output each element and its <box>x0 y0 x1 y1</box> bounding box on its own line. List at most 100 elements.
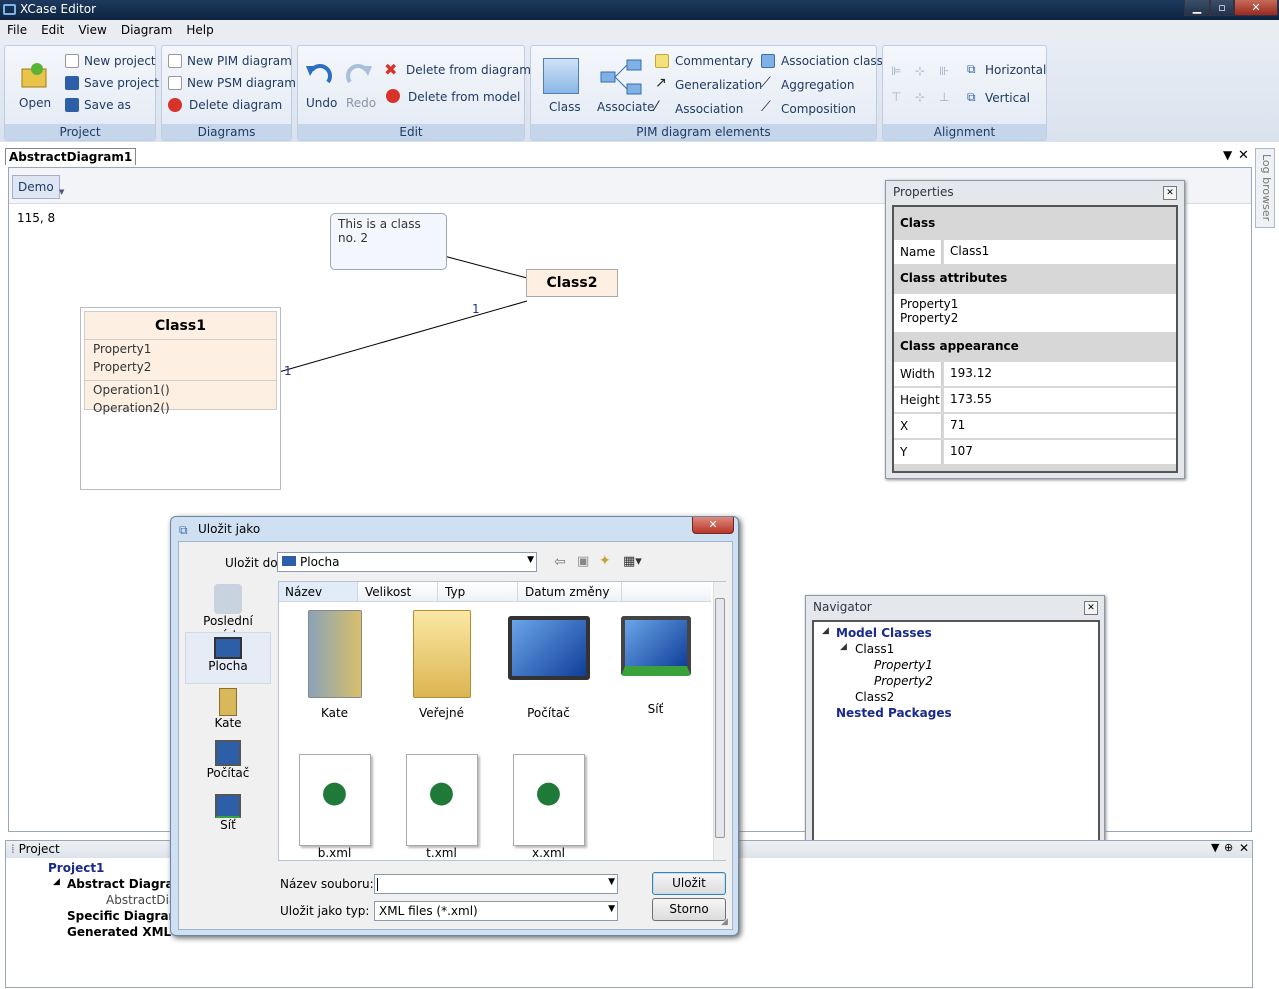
maximize-button[interactable]: ▫ <box>1210 0 1234 16</box>
tree-property2[interactable]: Property2 <box>874 674 933 688</box>
prop-attributes-list[interactable]: Property1 Property2 <box>894 294 1176 332</box>
panel-menu-icon[interactable]: ▼ <box>1211 841 1219 854</box>
tree-model-classes[interactable]: Model Classes <box>836 626 932 640</box>
vertical-button[interactable]: Vertical <box>985 91 1030 105</box>
file-item-b-xml[interactable]: ● b.xml <box>281 754 388 860</box>
open-button[interactable]: Open <box>19 96 51 110</box>
prop-y-value[interactable]: 107 <box>944 440 1176 464</box>
menu-diagram[interactable]: Diagram <box>114 20 180 37</box>
tree-property1[interactable]: Property1 <box>874 658 933 672</box>
column-size[interactable]: Velikost <box>359 582 438 601</box>
comment-box[interactable]: This is a class no. 2 <box>330 213 447 270</box>
menu-file[interactable]: File <box>0 20 34 37</box>
align-center-icon[interactable]: ⊹ <box>915 64 925 78</box>
filetype-select[interactable]: XML files (*.xml) ▼ <box>374 901 618 921</box>
back-icon[interactable]: ⇦ <box>554 554 566 570</box>
tree-class1[interactable]: Class1 <box>855 642 894 656</box>
comment-connector[interactable] <box>443 255 528 279</box>
place-desktop[interactable]: Plocha <box>185 632 271 684</box>
file-item-x-xml[interactable]: ● x.xml <box>495 754 602 860</box>
new-pim-diagram-button[interactable]: New PIM diagram <box>187 54 292 68</box>
file-item-verejne[interactable]: Veřejné <box>388 610 495 720</box>
delete-from-model-button[interactable]: Delete from model <box>408 90 520 104</box>
prop-height-value[interactable]: 173.55 <box>944 388 1176 412</box>
tree-class2[interactable]: Class2 <box>855 690 894 704</box>
class2-box[interactable]: Class2 <box>526 269 618 297</box>
column-date[interactable]: Datum změny <box>519 582 622 601</box>
horizontal-button[interactable]: Horizontal <box>985 63 1046 77</box>
pin-icon[interactable]: ⊕ <box>1224 841 1233 854</box>
prop-width-value[interactable]: 193.12 <box>944 362 1176 386</box>
file-item-kate[interactable]: Kate <box>281 610 388 720</box>
align-right-icon[interactable]: ⊪ <box>939 64 949 78</box>
tab-close-icon[interactable]: ✕ <box>1238 148 1249 163</box>
redo-button[interactable]: Redo <box>346 96 376 110</box>
navigator-close-icon[interactable]: ✕ <box>1084 601 1098 615</box>
commentary-button[interactable]: Commentary <box>675 54 753 68</box>
new-psm-diagram-button[interactable]: New PSM diagram <box>187 76 296 90</box>
save-button[interactable]: Uložit <box>652 872 726 895</box>
tab-menu-icon[interactable]: ▼ <box>1223 148 1232 162</box>
dialog-close-button[interactable]: ✕ <box>692 517 734 534</box>
generalization-button[interactable]: Generalization <box>675 78 762 92</box>
place-kate[interactable]: Kate <box>185 688 271 730</box>
menu-help[interactable]: Help <box>179 20 220 37</box>
menu-view[interactable]: View <box>71 20 113 37</box>
new-folder-icon[interactable]: ✦ <box>599 553 611 569</box>
delete-diagram-button[interactable]: Delete diagram <box>189 98 282 112</box>
class1-box[interactable]: Class1 Property1 Property2 Operation1() … <box>84 311 277 415</box>
chevron-down-icon[interactable]: ▼ <box>608 877 615 887</box>
column-type[interactable]: Typ <box>439 582 518 601</box>
class-tool-button[interactable]: Class <box>549 100 581 114</box>
filename-input[interactable]: ▼ <box>374 874 618 894</box>
close-button[interactable]: ✕ <box>1234 0 1278 16</box>
new-project-button[interactable]: New project <box>84 54 156 68</box>
chevron-down-icon[interactable]: ▼ <box>608 904 615 914</box>
undo-button[interactable]: Undo <box>306 96 337 110</box>
class1-selection[interactable]: Class1 Property1 Property2 Operation1() … <box>80 307 281 490</box>
file-item-computer[interactable]: Počítač <box>495 610 602 720</box>
association-line[interactable] <box>278 300 528 373</box>
file-item-network[interactable]: Síť <box>602 610 709 716</box>
align-left-icon[interactable]: ⊫ <box>891 64 901 78</box>
view-menu-icon[interactable]: ▦▾ <box>623 554 642 569</box>
tree-nested-packages[interactable]: Nested Packages <box>836 706 952 720</box>
align-middle-icon[interactable]: ⊹ <box>915 90 925 104</box>
tree-project1[interactable]: Project1 <box>48 861 104 875</box>
place-network[interactable]: Síť <box>185 794 271 832</box>
align-top-icon[interactable]: ⊤ <box>891 90 901 104</box>
composition-button[interactable]: Composition <box>781 102 856 116</box>
expand-icon[interactable]: ◢ <box>53 877 60 887</box>
place-computer[interactable]: Počítač <box>185 740 271 780</box>
prop-name-value[interactable]: Class1 <box>944 240 1176 264</box>
chevron-down-icon[interactable]: ▼ <box>527 555 534 565</box>
tree-generated-xml[interactable]: Generated XML <box>67 925 171 939</box>
expand-icon[interactable]: ◢ <box>822 626 829 636</box>
association-button[interactable]: Association <box>675 102 743 116</box>
panel-close-icon[interactable]: ✕ <box>1239 841 1249 855</box>
save-project-button[interactable]: Save project <box>84 76 159 90</box>
save-in-combo[interactable]: Plocha ▼ <box>277 552 537 572</box>
delete-from-diagram-button[interactable]: Delete from diagram <box>406 63 531 77</box>
properties-close-icon[interactable]: ✕ <box>1163 186 1177 200</box>
file-item-t-xml[interactable]: ● t.xml <box>388 754 495 860</box>
vertical-scrollbar[interactable] <box>713 582 726 860</box>
expand-icon[interactable]: ◢ <box>840 642 847 652</box>
align-bottom-icon[interactable]: ⊥ <box>939 90 949 104</box>
scroll-thumb[interactable] <box>715 598 725 838</box>
tab-abstractdiagram1[interactable]: AbstractDiagram1 <box>5 148 137 165</box>
up-folder-icon[interactable]: ▣ <box>577 554 589 569</box>
drag-handle-icon[interactable]: ⁞ <box>11 842 15 856</box>
menu-edit[interactable]: Edit <box>34 20 71 37</box>
resize-grip-icon[interactable]: ◢ <box>721 917 728 927</box>
cancel-button[interactable]: Storno <box>652 898 726 921</box>
save-as-button[interactable]: Save as <box>84 98 131 112</box>
prop-x-value[interactable]: 71 <box>944 414 1176 438</box>
association-class-button[interactable]: Association class <box>781 54 883 68</box>
log-browser-tab[interactable]: Log browser <box>1255 148 1275 228</box>
prop-name-key: Name <box>894 240 942 264</box>
minimize-button[interactable]: ▁ <box>1184 0 1210 16</box>
aggregation-button[interactable]: Aggregation <box>781 78 854 92</box>
column-name[interactable]: Název <box>279 582 358 601</box>
associate-button[interactable]: Associate <box>597 100 654 114</box>
